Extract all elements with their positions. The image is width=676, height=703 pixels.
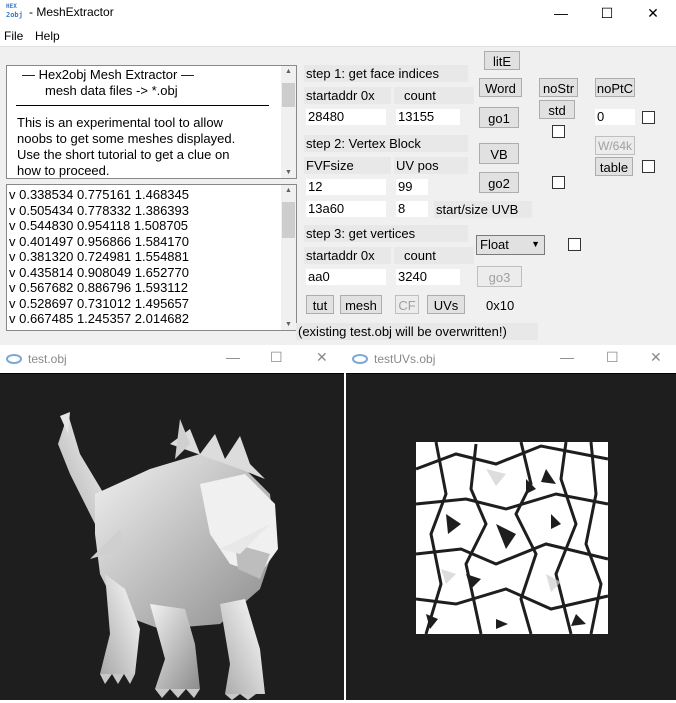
minimize-icon[interactable]: — — [560, 349, 574, 365]
uv-pos-input[interactable]: 99 — [396, 179, 428, 195]
list-item: v 0.544830 0.954118 1.508705 — [9, 218, 189, 233]
vb-button[interactable]: VB — [479, 143, 519, 164]
close-icon[interactable]: ✕ — [650, 349, 662, 366]
step3-title: step 3: get vertices — [304, 225, 468, 242]
step1-count-label: count — [394, 87, 474, 104]
step2-fvf-label: FVFsize — [304, 157, 391, 174]
info-line-1: This is an experimental tool to allow — [17, 115, 223, 130]
info-line-4: how to proceed. — [17, 163, 110, 178]
nostr-button[interactable]: noStr — [539, 78, 578, 97]
mesh-viewport[interactable] — [0, 374, 344, 700]
uv-render — [415, 441, 609, 635]
list-item: v 0.567682 0.886796 1.593112 — [9, 280, 189, 295]
scroll-down-icon[interactable]: ▼ — [281, 321, 296, 328]
minimize-button[interactable]: — — [538, 0, 584, 26]
app-icon: HEX 2obj — [6, 4, 24, 22]
info-heading: — Hex2obj Mesh Extractor — — [22, 67, 194, 82]
overwrite-warning: (existing test.obj will be overwritten!) — [296, 323, 538, 340]
list-item: v 0.381320 0.724981 1.554881 — [9, 249, 190, 264]
step1-count-input[interactable]: 13155 — [396, 109, 460, 125]
menu-help[interactable]: Help — [35, 29, 60, 43]
chevron-down-icon: ▼ — [531, 239, 540, 249]
format-select[interactable]: Float ▼ — [476, 235, 545, 255]
mesh-button[interactable]: mesh — [340, 295, 382, 314]
table-button[interactable]: table — [595, 157, 633, 176]
vertex-scrollbar[interactable]: ▲ ▼ — [281, 185, 296, 330]
step2-title: step 2: Vertex Block — [304, 135, 468, 152]
vertex-list[interactable]: v 0.338534 0.775161 1.468345 v 0.505434 … — [6, 184, 297, 331]
info-line-3: Use the short tutorial to get a clue on — [17, 147, 230, 162]
info-scrollbar[interactable]: ▲ ▼ — [281, 66, 296, 178]
step1-startaddr-label: startaddr 0x — [304, 87, 391, 104]
test-obj-window[interactable]: test.obj — ☐ ✕ — [0, 346, 344, 700]
list-item: v 0.667485 1.245357 2.014682 — [9, 311, 190, 326]
word-button[interactable]: Word — [479, 78, 522, 97]
step3-startaddr-label: startaddr 0x — [304, 247, 391, 264]
info-divider — [16, 105, 269, 106]
maximize-button[interactable]: ☐ — [584, 0, 630, 26]
test-uvs-window[interactable]: testUVs.obj — ☐ ✕ — [346, 346, 676, 700]
w64k-button[interactable]: W/64k — [595, 136, 635, 155]
step2-uvpos-label: UV pos — [394, 157, 468, 174]
right-value-input[interactable]: 0 — [595, 109, 635, 125]
close-button[interactable]: ✕ — [630, 0, 676, 26]
test-obj-titlebar: test.obj — ☐ ✕ — [0, 346, 344, 373]
right-value-checkbox[interactable] — [642, 111, 655, 124]
step1-title: step 1: get face indices — [304, 65, 468, 82]
fvf-size-input[interactable]: 12 — [306, 179, 386, 195]
go2-button[interactable]: go2 — [479, 172, 519, 193]
noptc-button[interactable]: noPtC — [595, 78, 635, 97]
app-icon-text-bottom: 2obj — [6, 11, 23, 19]
opengl-icon — [352, 354, 368, 364]
info-line-2: noobs to get some meshes displayed. — [17, 131, 236, 146]
go1-button[interactable]: go1 — [479, 107, 519, 128]
scroll-thumb[interactable] — [282, 83, 295, 107]
opengl-icon — [6, 354, 22, 364]
table-checkbox[interactable] — [642, 160, 655, 173]
test-obj-title: test.obj — [28, 352, 67, 366]
step1-startaddr-input[interactable]: 28480 — [306, 109, 386, 125]
scroll-thumb[interactable] — [282, 202, 295, 238]
list-item: v 0.401497 0.956866 1.584170 — [9, 233, 190, 249]
scroll-up-icon[interactable]: ▲ — [281, 68, 296, 75]
info-panel: — Hex2obj Mesh Extractor — mesh data fil… — [6, 65, 297, 179]
go2-checkbox[interactable] — [552, 176, 565, 189]
step3-count-label: count — [394, 247, 474, 264]
close-icon[interactable]: ✕ — [316, 349, 328, 366]
test-uvs-titlebar: testUVs.obj — ☐ ✕ — [346, 346, 676, 373]
uvs-button[interactable]: UVs — [427, 295, 465, 314]
maximize-icon[interactable]: ☐ — [606, 349, 619, 366]
std-button[interactable]: std — [539, 100, 575, 119]
tut-button[interactable]: tut — [306, 295, 334, 314]
menu-bar: File Help — [0, 26, 676, 47]
list-item: v 0.338534 0.775161 1.468345 — [9, 187, 190, 202]
maximize-icon[interactable]: ☐ — [270, 349, 283, 366]
uv-viewport[interactable] — [346, 374, 676, 700]
test-uvs-title: testUVs.obj — [374, 352, 436, 366]
uvb-label: start/size UVB — [434, 201, 532, 218]
lite-button[interactable]: litE — [484, 51, 520, 70]
format-checkbox[interactable] — [568, 238, 581, 251]
std-checkbox[interactable] — [552, 125, 565, 138]
list-item: v 0.435814 0.908049 1.652770 — [9, 264, 190, 280]
title-bar: HEX 2obj - MeshExtractor — ☐ ✕ — [0, 0, 676, 26]
window-title: - MeshExtractor — [29, 5, 114, 19]
step3-count-input[interactable]: 3240 — [396, 269, 460, 285]
list-item: v 0.505434 0.778332 1.386393 — [9, 202, 190, 218]
uvb-start-input[interactable]: 13a60 — [306, 201, 386, 217]
scroll-up-icon[interactable]: ▲ — [281, 187, 296, 194]
minimize-icon[interactable]: — — [226, 349, 240, 365]
cf-button[interactable]: CF — [395, 295, 419, 314]
uvb-size-input[interactable]: 8 — [396, 201, 428, 217]
go3-button[interactable]: go3 — [477, 266, 522, 287]
mesh-render — [58, 412, 278, 700]
menu-file[interactable]: File — [4, 29, 23, 43]
format-select-value: Float — [480, 237, 509, 252]
app-icon-text-top: HEX — [6, 3, 17, 10]
hex-readout: 0x10 — [486, 298, 515, 313]
list-item: v 0.528697 0.731012 1.495657 — [9, 295, 190, 311]
step3-startaddr-input[interactable]: aa0 — [306, 269, 386, 285]
info-subheading: mesh data files -> *.obj — [45, 83, 178, 98]
scroll-down-icon[interactable]: ▼ — [281, 169, 296, 176]
